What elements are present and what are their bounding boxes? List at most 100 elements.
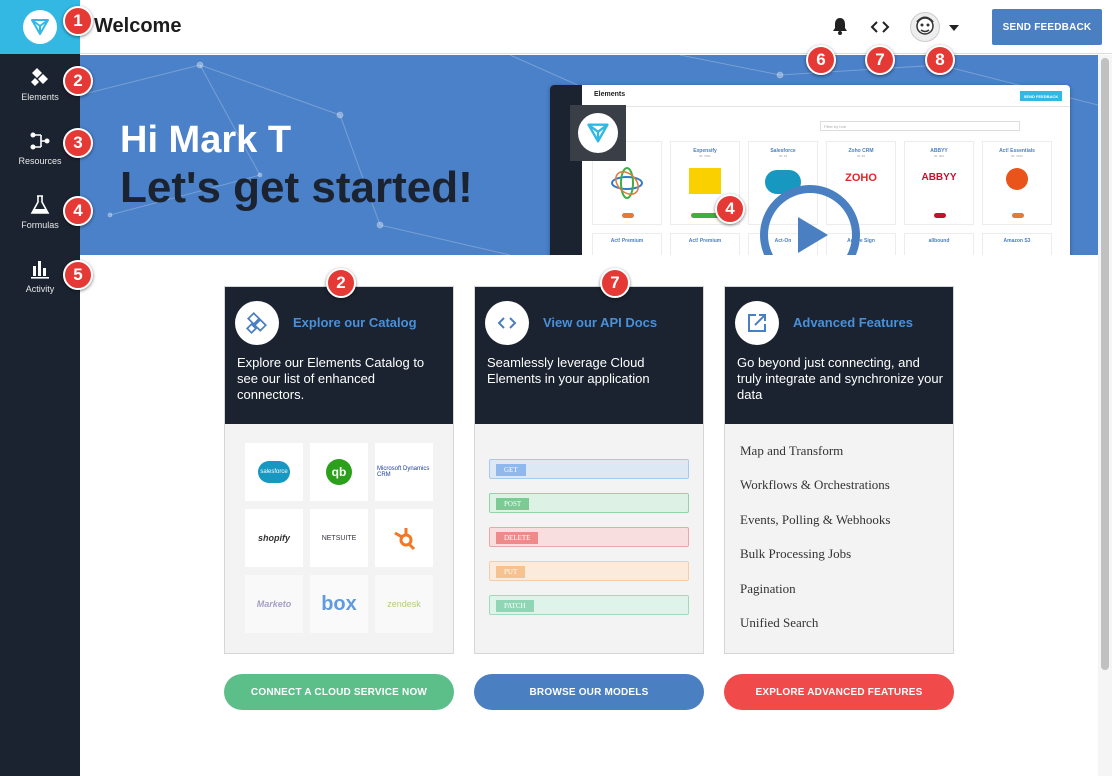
activity-icon — [31, 261, 49, 279]
preview-card: ABBYY ID: 404 ABBYY — [904, 141, 974, 225]
hubspot-logo: hubspot — [375, 509, 433, 567]
api-docs-card-description: Seamlessly leverage Cloud Elements in yo… — [487, 355, 650, 386]
step-badge: 1 — [63, 6, 93, 36]
sidebar-item-label: Resources — [18, 156, 62, 166]
marketo-logo-text: Marketo — [256, 599, 292, 609]
feature-item: Pagination — [740, 581, 796, 596]
advanced-features-card-title[interactable]: Advanced Features — [793, 315, 913, 330]
api-docs-card-title[interactable]: View our API Docs — [543, 315, 657, 330]
preview-abbyy-logo: ABBYY — [921, 172, 957, 183]
card-header: Explore our Catalog Explore our Elements… — [225, 287, 453, 424]
card-header: Advanced Features Go beyond just connect… — [725, 287, 953, 424]
preview-card: Act! Premium — [670, 233, 740, 255]
catalog-card: Explore our Catalog Explore our Elements… — [224, 286, 454, 654]
feature-item: Unified Search — [740, 615, 819, 630]
feature-item: Events, Polling & Webhooks — [740, 512, 891, 527]
salesforce-logo-text: salesforce — [258, 461, 290, 483]
play-icon[interactable] — [798, 217, 828, 253]
elements-icon — [31, 68, 48, 86]
box-logo: box — [310, 575, 368, 633]
advanced-features-card-description: Go beyond just connecting, and truly int… — [737, 355, 943, 402]
preview-card: Amazon S3 — [982, 233, 1052, 255]
scrollbar-thumb[interactable] — [1101, 58, 1109, 670]
preview-pill — [934, 213, 946, 218]
step-badge: 3 — [63, 128, 93, 158]
netsuite-logo-text: NETSUITE — [321, 534, 357, 542]
preview-pill — [622, 213, 634, 218]
preview-card-name: allbound — [928, 238, 950, 244]
catalog-card-title[interactable]: Explore our Catalog — [293, 315, 417, 330]
feature-item: Workflows & Orchestrations — [740, 477, 890, 492]
preview-card: allbound — [904, 233, 974, 255]
preview-card-id: ID: 45 — [856, 154, 865, 158]
hero-greeting: Hi Mark T — [120, 119, 292, 161]
microsoft-dynamics-logo-text: Microsoft Dynamics CRM — [377, 466, 430, 478]
feature-item: Map and Transform — [740, 443, 844, 458]
catalog-card-description: Explore our Elements Catalog to see our … — [237, 355, 425, 402]
preview-logo-box — [570, 105, 626, 161]
preview-filter-input: Filter by hub — [820, 121, 1020, 131]
elements-icon — [235, 301, 279, 345]
cloud-elements-logo-icon — [23, 10, 57, 44]
preview-act-logo — [1006, 168, 1028, 190]
chevron-down-icon[interactable] — [948, 24, 960, 32]
step-badge: 5 — [63, 260, 93, 290]
sidebar-item-label: Elements — [21, 92, 59, 102]
preview-title: Elements — [594, 91, 626, 98]
resources-icon — [30, 132, 50, 150]
api-method-label: DELETE — [496, 532, 539, 544]
zendesk-logo-text: zendesk — [387, 599, 421, 609]
external-link-icon — [735, 301, 779, 345]
intro-video-preview[interactable]: Elements SEND FEEDBACK Filter by hub Exp… — [550, 85, 1070, 255]
shopify-logo-text: shopify — [257, 533, 290, 543]
formulas-icon — [30, 195, 50, 214]
code-icon — [485, 301, 529, 345]
hubspot-icon — [394, 528, 416, 551]
preview-card-id: ID: 23 — [778, 154, 787, 158]
step-badge: 6 — [806, 45, 836, 75]
avatar[interactable] — [910, 12, 940, 42]
zendesk-logo: zendesk — [375, 575, 433, 633]
api-method-label: POST — [496, 498, 530, 510]
api-method-post: POST — [489, 493, 689, 513]
step-badge: 4 — [715, 194, 745, 224]
marketo-logo: Marketo — [245, 575, 303, 633]
preview-card-name: Act! Premium — [688, 238, 722, 244]
preview-expensify-logo — [689, 168, 721, 194]
page-title: Welcome — [94, 15, 182, 37]
api-method-patch: PATCH — [489, 595, 689, 615]
step-badge: 2 — [63, 66, 93, 96]
bell-icon[interactable] — [832, 17, 848, 35]
advanced-features-card: Advanced Features Go beyond just connect… — [724, 286, 954, 654]
preview-card-id: ID: 7061 — [699, 154, 711, 158]
salesforce-logo: salesforce — [245, 443, 303, 501]
netsuite-logo: NETSUITE — [310, 509, 368, 567]
user-avatar-icon — [916, 16, 934, 35]
preview-logo-atom-icon — [611, 167, 643, 199]
card-header: View our API Docs Seamlessly leverage Cl… — [475, 287, 703, 424]
quickbooks-logo: qb — [310, 443, 368, 501]
preview-header: Elements SEND FEEDBACK — [582, 85, 1070, 107]
code-icon[interactable] — [870, 19, 890, 35]
box-logo-text: box — [321, 592, 357, 615]
preview-card-name: Amazon S3 — [1003, 238, 1031, 244]
preview-pill — [1012, 213, 1024, 218]
welcome-hero-banner: Hi Mark T Let's get started! Elements SE… — [80, 55, 1098, 255]
feature-item: Bulk Processing Jobs — [740, 546, 852, 561]
api-method-put: PUT — [489, 561, 689, 581]
api-method-label: GET — [496, 464, 526, 476]
microsoft-dynamics-logo: Microsoft Dynamics CRM — [375, 443, 433, 501]
quickbooks-logo-text: qb — [326, 459, 352, 485]
explore-advanced-features-button[interactable]: EXPLORE ADVANCED FEATURES — [724, 674, 954, 710]
preview-card-id: ID: 404 — [934, 154, 944, 158]
api-method-delete: DELETE — [489, 527, 689, 547]
step-badge: 8 — [925, 45, 955, 75]
connect-cloud-service-button[interactable]: CONNECT A CLOUD SERVICE NOW — [224, 674, 454, 710]
step-badge: 2 — [326, 268, 356, 298]
step-badge: 4 — [63, 196, 93, 226]
preview-zoho-logo: ZOHO — [845, 172, 877, 184]
shopify-logo: shopify — [245, 509, 303, 567]
browse-models-button[interactable]: BROWSE OUR MODELS — [474, 674, 704, 710]
preview-card: Act! Essentials ID: 7222 — [982, 141, 1052, 225]
send-feedback-button[interactable]: SEND FEEDBACK — [992, 9, 1102, 45]
